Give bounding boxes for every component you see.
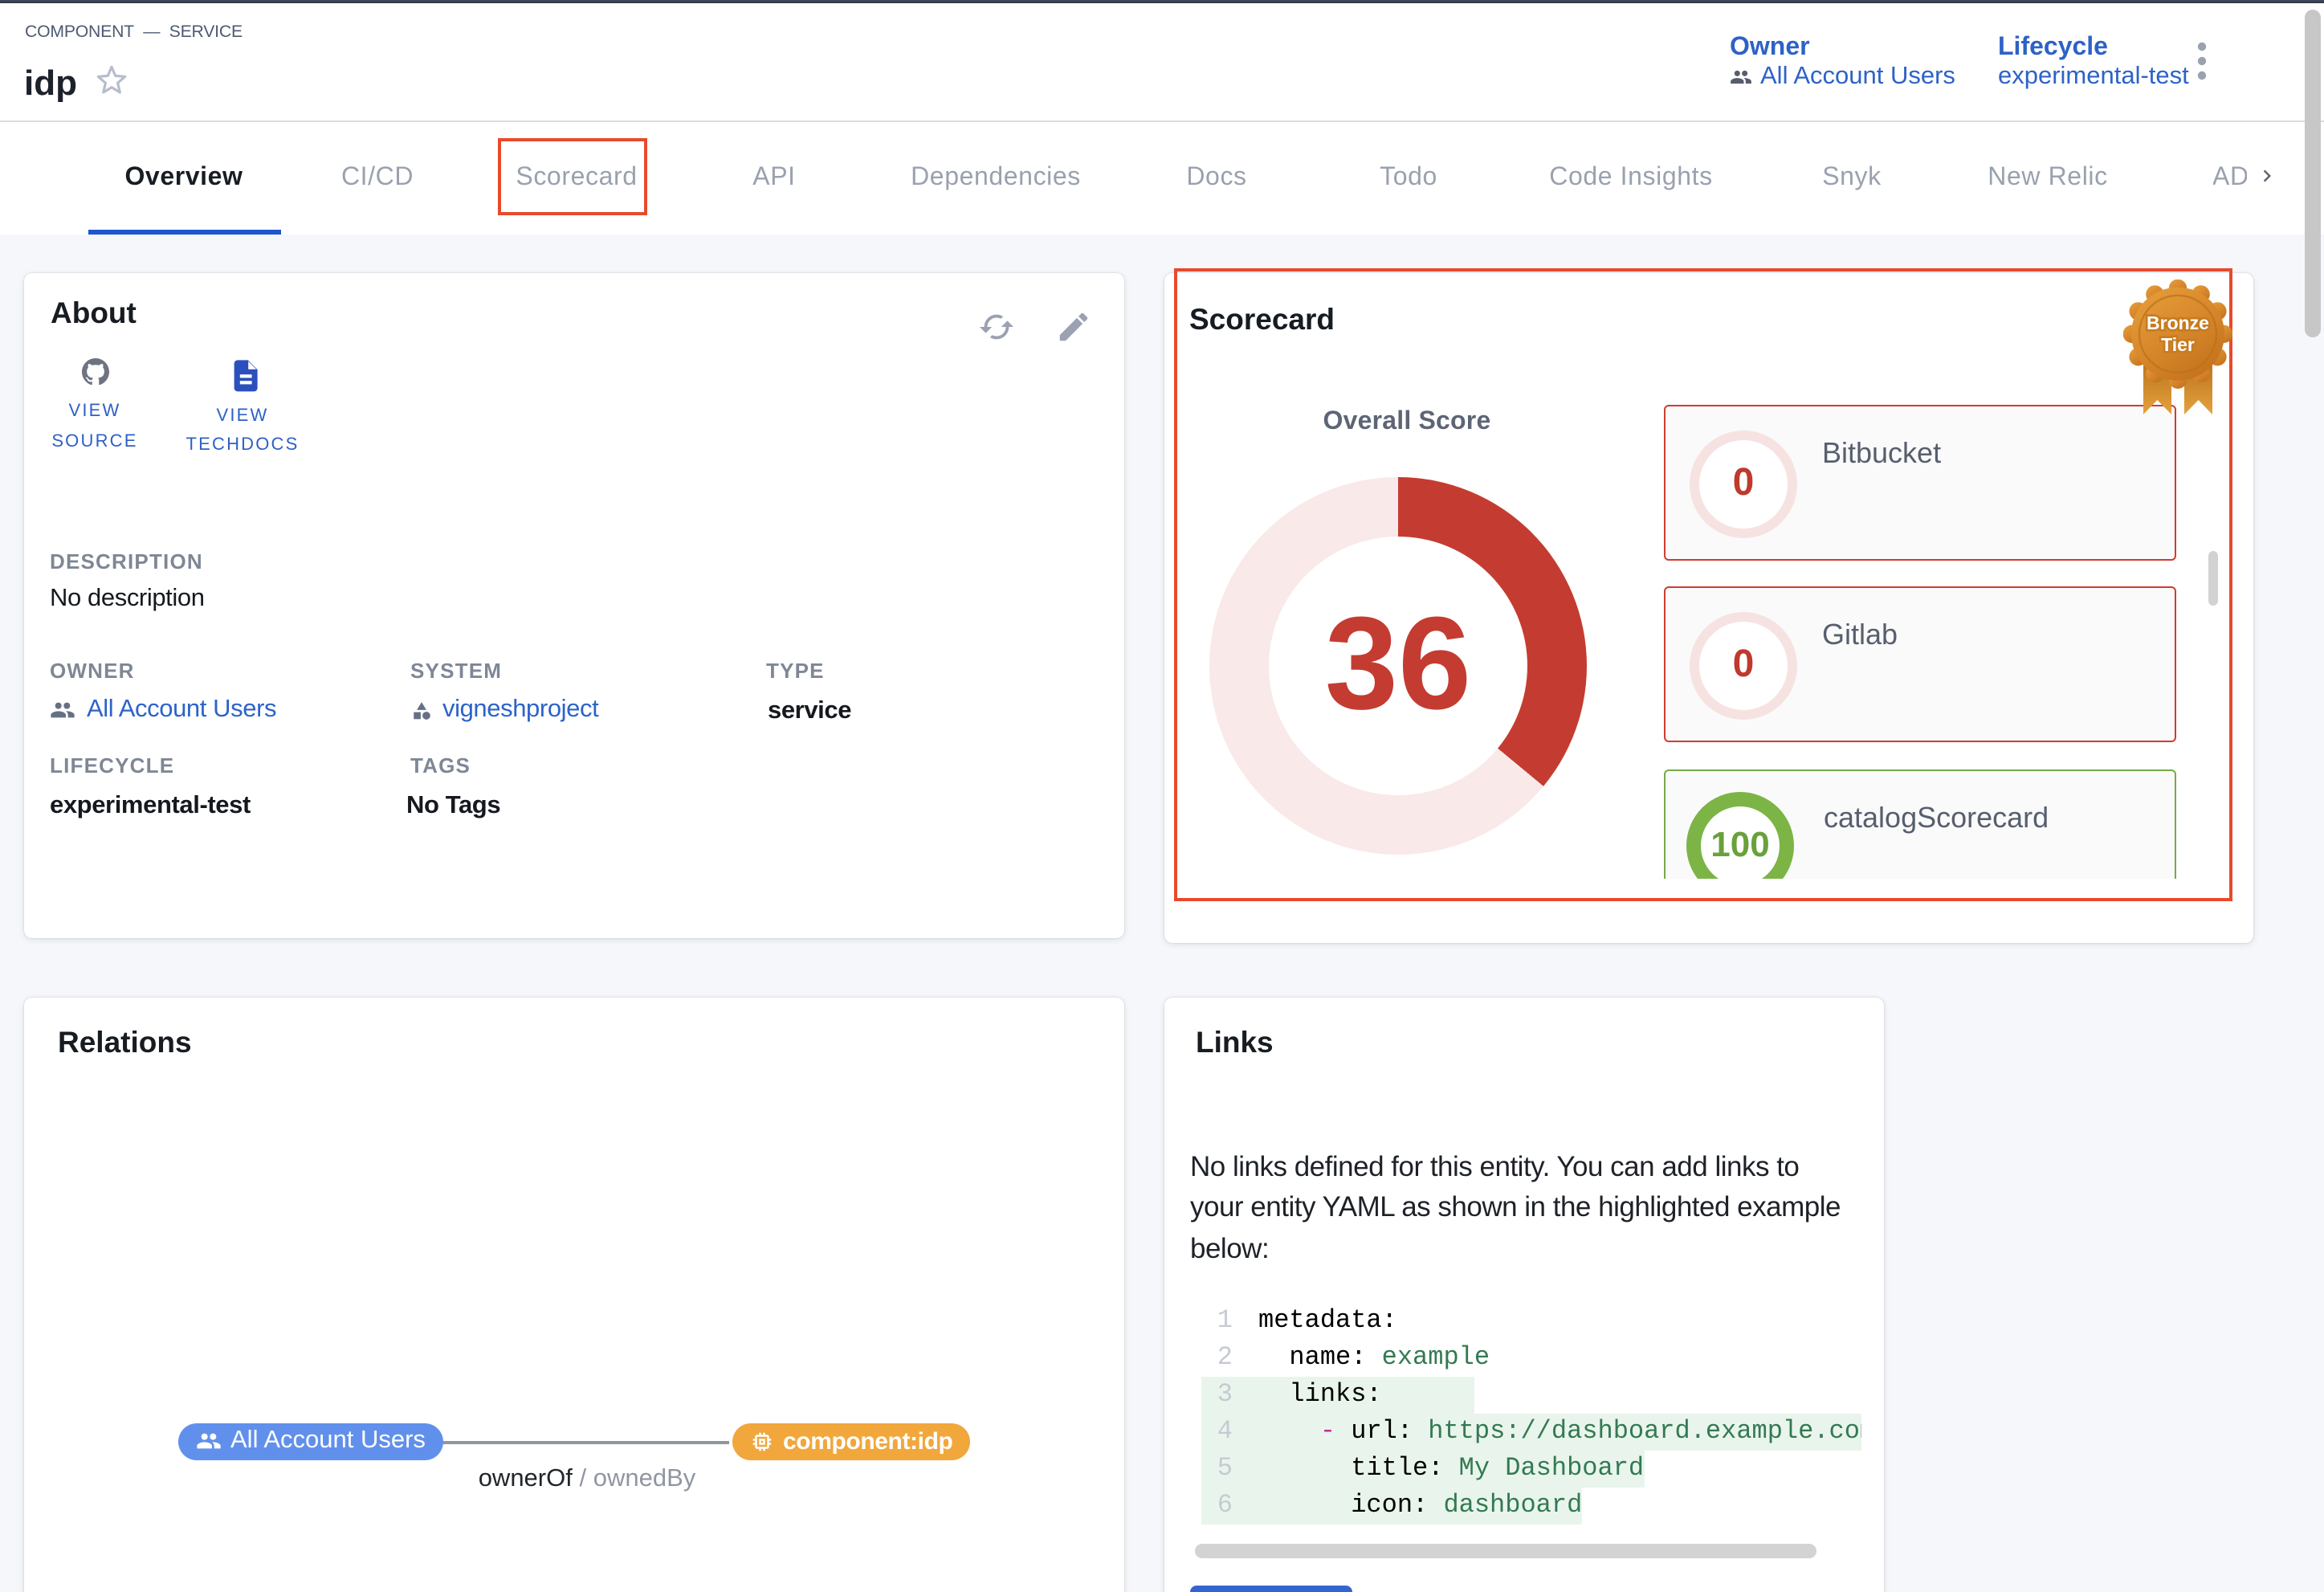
svg-text:Bronze: Bronze xyxy=(2147,312,2209,333)
svg-text:Tier: Tier xyxy=(2161,334,2195,355)
